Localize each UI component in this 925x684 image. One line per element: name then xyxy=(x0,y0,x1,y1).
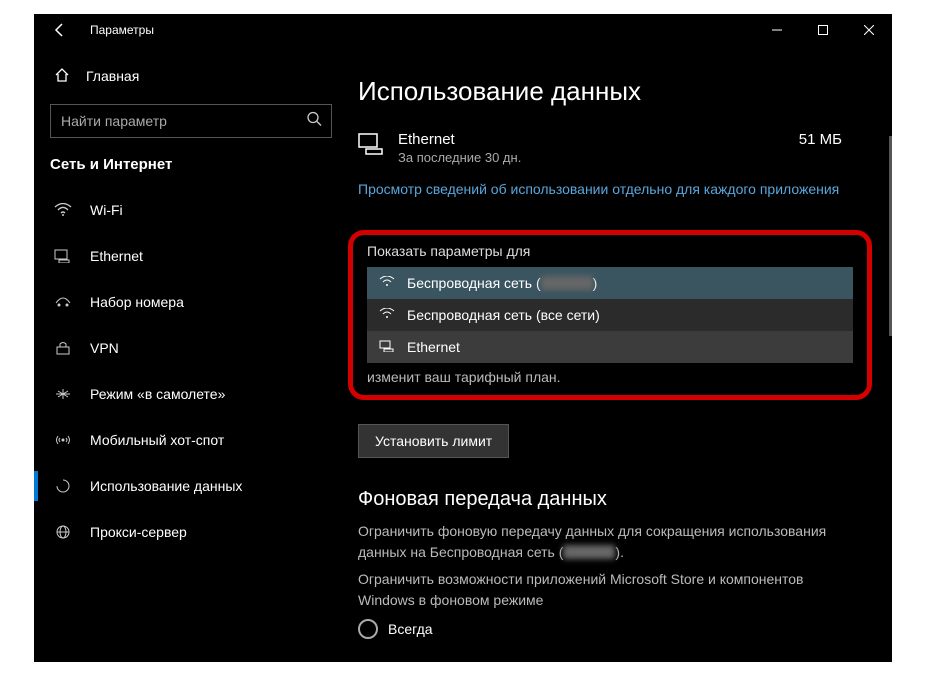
settings-window: Параметры Главная xyxy=(34,14,892,662)
usage-name: Ethernet xyxy=(398,131,521,148)
window-body: Главная Сеть и Интернет Wi-Fi Ethernet Н… xyxy=(34,46,892,662)
dropdown-highlight: Показать параметры для Беспроводная сеть… xyxy=(348,230,872,400)
ethernet-icon xyxy=(358,133,384,160)
radio-label: Всегда xyxy=(388,621,433,637)
wifi-icon xyxy=(54,203,72,217)
radio-icon xyxy=(358,619,378,639)
sidebar-item-wifi[interactable]: Wi-Fi xyxy=(34,187,348,233)
arrow-left-icon xyxy=(52,22,68,38)
minimize-button[interactable] xyxy=(754,14,800,46)
dropdown-option-label: Беспроводная сеть (все сети) xyxy=(407,307,600,323)
window-title: Параметры xyxy=(90,23,754,37)
scrollbar[interactable] xyxy=(889,136,892,336)
network-dropdown[interactable]: Беспроводная сеть (xxxx) Беспроводная се… xyxy=(367,267,853,363)
maximize-icon xyxy=(818,25,828,35)
sidebar-item-ethernet[interactable]: Ethernet xyxy=(34,233,348,279)
search-wrap xyxy=(50,104,332,138)
sidebar: Главная Сеть и Интернет Wi-Fi Ethernet Н… xyxy=(34,46,348,662)
vpn-icon xyxy=(54,341,72,355)
sidebar-item-proxy[interactable]: Прокси-сервер xyxy=(34,509,348,555)
sidebar-item-dialup[interactable]: Набор номера xyxy=(34,279,348,325)
radio-always[interactable]: Всегда xyxy=(358,619,862,639)
dropdown-option-label: Ethernet xyxy=(407,339,460,355)
usage-period: За последние 30 дн. xyxy=(398,150,521,165)
usage-text: Ethernet За последние 30 дн. xyxy=(398,131,521,165)
sidebar-item-label: Режим «в самолете» xyxy=(90,386,225,402)
ethernet-icon xyxy=(54,249,72,263)
minimize-icon xyxy=(772,25,782,35)
search-icon xyxy=(306,111,322,132)
content-pane: Использование данных Ethernet За последн… xyxy=(348,46,892,662)
titlebar: Параметры xyxy=(34,14,892,46)
usage-value: 51 МБ xyxy=(799,131,862,148)
wifi-icon xyxy=(379,275,395,291)
page-heading: Использование данных xyxy=(358,76,862,107)
airplane-icon xyxy=(54,387,72,401)
sidebar-item-label: Ethernet xyxy=(90,248,143,264)
dropdown-option-wireless-named[interactable]: Беспроводная сеть (xxxx) xyxy=(367,267,853,299)
background-heading: Фоновая передача данных xyxy=(358,488,862,511)
sidebar-item-label: Использование данных xyxy=(90,478,242,494)
usage-summary: Ethernet За последние 30 дн. 51 МБ xyxy=(358,131,862,165)
sidebar-item-label: Прокси-сервер xyxy=(90,524,187,540)
back-button[interactable] xyxy=(44,14,76,46)
view-per-app-link[interactable]: Просмотр сведений об использовании отдел… xyxy=(358,179,839,200)
maximize-button[interactable] xyxy=(800,14,846,46)
sidebar-home-label: Главная xyxy=(86,68,139,84)
dropdown-under-text: изменит ваш тарифный план. xyxy=(367,369,853,385)
background-desc-1: Ограничить фоновую передачу данных для с… xyxy=(358,521,862,563)
dropdown-label: Показать параметры для xyxy=(367,243,853,259)
sidebar-item-label: Мобильный хот-спот xyxy=(90,432,224,448)
background-desc-2: Ограничить возможности приложений Micros… xyxy=(358,569,862,611)
home-icon xyxy=(54,67,70,86)
set-limit-button[interactable]: Установить лимит xyxy=(358,424,509,458)
window-controls xyxy=(754,14,892,46)
sidebar-item-label: VPN xyxy=(90,340,119,356)
dialup-icon xyxy=(54,295,72,309)
dropdown-option-wireless-all[interactable]: Беспроводная сеть (все сети) xyxy=(367,299,853,331)
close-button[interactable] xyxy=(846,14,892,46)
wifi-icon xyxy=(379,307,395,323)
sidebar-item-label: Wi-Fi xyxy=(90,202,123,218)
sidebar-item-vpn[interactable]: VPN xyxy=(34,325,348,371)
sidebar-item-data-usage[interactable]: Использование данных xyxy=(34,463,348,509)
globe-icon xyxy=(54,525,72,539)
hotspot-icon xyxy=(54,433,72,447)
sidebar-item-airplane[interactable]: Режим «в самолете» xyxy=(34,371,348,417)
search-input[interactable] xyxy=(50,104,332,138)
data-usage-icon xyxy=(54,479,72,493)
sidebar-item-label: Набор номера xyxy=(90,294,184,310)
sidebar-item-hotspot[interactable]: Мобильный хот-спот xyxy=(34,417,348,463)
close-icon xyxy=(864,25,874,35)
sidebar-section-title: Сеть и Интернет xyxy=(34,152,348,187)
dropdown-option-ethernet[interactable]: Ethernet xyxy=(367,331,853,363)
dropdown-option-label: Беспроводная сеть (xxxx) xyxy=(407,275,597,291)
sidebar-home[interactable]: Главная xyxy=(34,56,348,96)
ethernet-icon xyxy=(379,339,395,355)
